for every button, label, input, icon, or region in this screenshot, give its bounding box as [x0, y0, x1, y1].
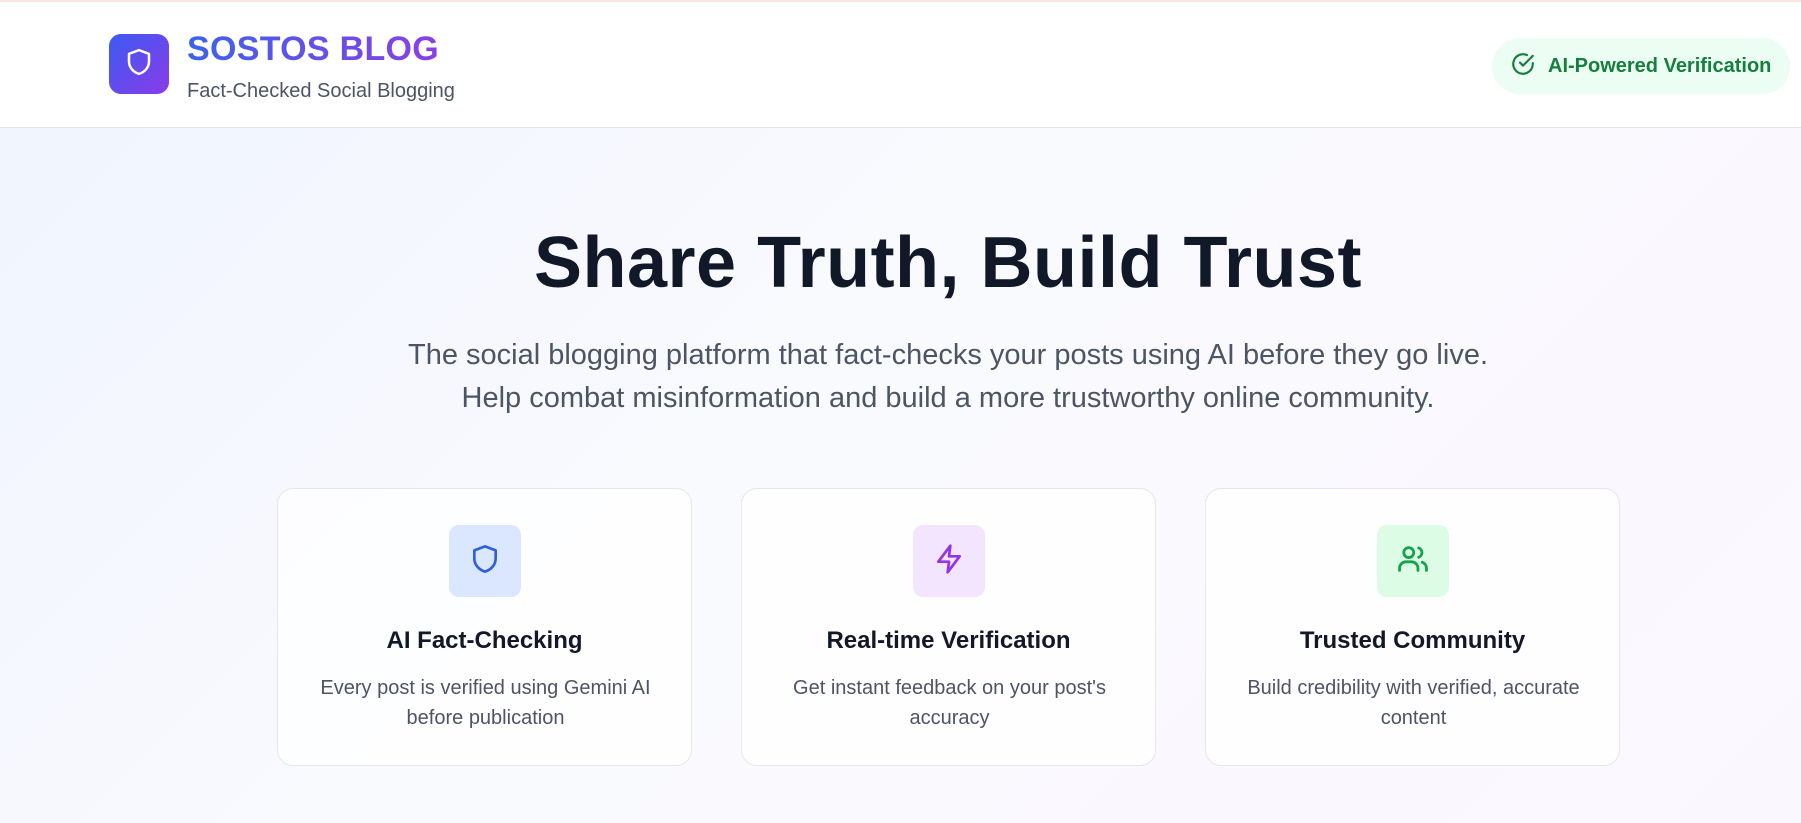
check-circle-icon	[1510, 51, 1536, 82]
feature-icon-box	[1377, 525, 1449, 597]
brand-subtitle: Fact-Checked Social Blogging	[187, 80, 455, 102]
hero-description: The social blogging platform that fact-c…	[0, 334, 1801, 420]
feature-description: Build credibility with verified, accurat…	[1247, 677, 1580, 729]
feature-title: AI Fact-Checking	[386, 627, 583, 654]
feature-card-real-time-verification: Real-time Verification Get instant feedb…	[741, 488, 1156, 766]
badge-label: AI-Powered Verification	[1548, 54, 1772, 77]
hero-title: Share Truth, Build Trust	[533, 223, 1363, 303]
feature-title: Trusted Community	[1299, 627, 1526, 654]
logo[interactable]	[109, 34, 169, 94]
feature-card-ai-fact-checking: AI Fact-Checking Every post is verified …	[277, 488, 692, 766]
feature-card-trusted-community: Trusted Community Build credibility with…	[1205, 488, 1620, 766]
hero-line: The social blogging platform that fact-c…	[407, 339, 1489, 371]
ai-verification-badge: AI-Powered Verification	[1492, 38, 1790, 94]
hero-line: Help combat misinformation and build a m…	[461, 382, 1435, 414]
lightning-icon	[933, 543, 965, 580]
feature-icon-box	[449, 525, 521, 597]
site-header: SOSTOS BLOG Fact-Checked Social Blogging…	[0, 2, 1801, 128]
feature-title: Real-time Verification	[826, 627, 1071, 654]
users-icon	[1396, 542, 1430, 581]
hero: Share Truth, Build Trust	[0, 222, 1801, 304]
shield-icon	[124, 47, 154, 82]
feature-description: Every post is verified using Gemini AI b…	[320, 677, 651, 729]
feature-description: Get instant feedback on your post's accu…	[793, 677, 1106, 729]
feature-icon-box	[913, 525, 985, 597]
app-root: SOSTOS BLOG Fact-Checked Social Blogging…	[0, 0, 1801, 823]
brand-title[interactable]: SOSTOS BLOG	[187, 30, 439, 69]
shield-icon	[469, 543, 501, 580]
